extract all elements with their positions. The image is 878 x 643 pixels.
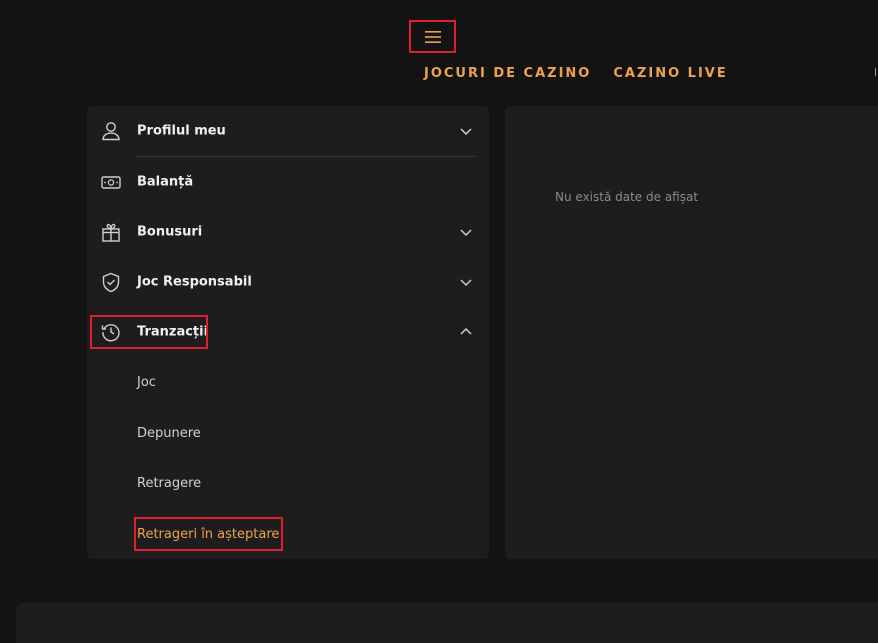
top-nav: JOCURI DE CAZINO CAZINO LIVE xyxy=(424,66,728,81)
submenu-item-game[interactable]: Joc xyxy=(137,375,156,390)
edge-mark-icon xyxy=(875,68,876,76)
sidebar-item-label: Balanță xyxy=(137,174,194,190)
sidebar-item-balance[interactable]: Balanță xyxy=(87,157,489,207)
sidebar-item-label: Joc Responsabil xyxy=(137,274,252,290)
chevron-down-icon xyxy=(460,128,472,136)
content-panel: Nu există date de afișat xyxy=(505,106,878,559)
shield-check-icon xyxy=(102,272,120,293)
sidebar-item-label: Profilul meu xyxy=(137,123,226,139)
footer-panel xyxy=(16,603,878,643)
sidebar-item-profile[interactable]: Profilul meu xyxy=(87,106,489,156)
nav-live-casino[interactable]: CAZINO LIVE xyxy=(613,66,727,81)
chevron-down-icon xyxy=(460,229,472,237)
submenu-item-withdrawal[interactable]: Retragere xyxy=(137,476,201,491)
menu-button[interactable] xyxy=(409,20,456,53)
highlight-box xyxy=(90,315,208,349)
highlight-box xyxy=(134,517,283,551)
chevron-up-icon xyxy=(460,327,472,335)
sidebar-item-bonuses[interactable]: Bonusuri xyxy=(87,207,489,257)
empty-state-message: Nu există date de afișat xyxy=(555,190,699,204)
account-sidebar: Profilul meu Balanță Bonusuri Joc Respon… xyxy=(87,106,489,559)
submenu-item-deposit[interactable]: Depunere xyxy=(137,426,201,441)
cash-icon xyxy=(101,176,121,189)
user-icon xyxy=(102,122,120,141)
chevron-down-icon xyxy=(460,279,472,287)
sidebar-item-label: Bonusuri xyxy=(137,224,203,240)
hamburger-icon xyxy=(424,30,441,43)
gift-icon xyxy=(102,223,120,242)
sidebar-item-responsible-gaming[interactable]: Joc Responsabil xyxy=(87,257,489,307)
nav-casino-games[interactable]: JOCURI DE CAZINO xyxy=(424,66,591,81)
